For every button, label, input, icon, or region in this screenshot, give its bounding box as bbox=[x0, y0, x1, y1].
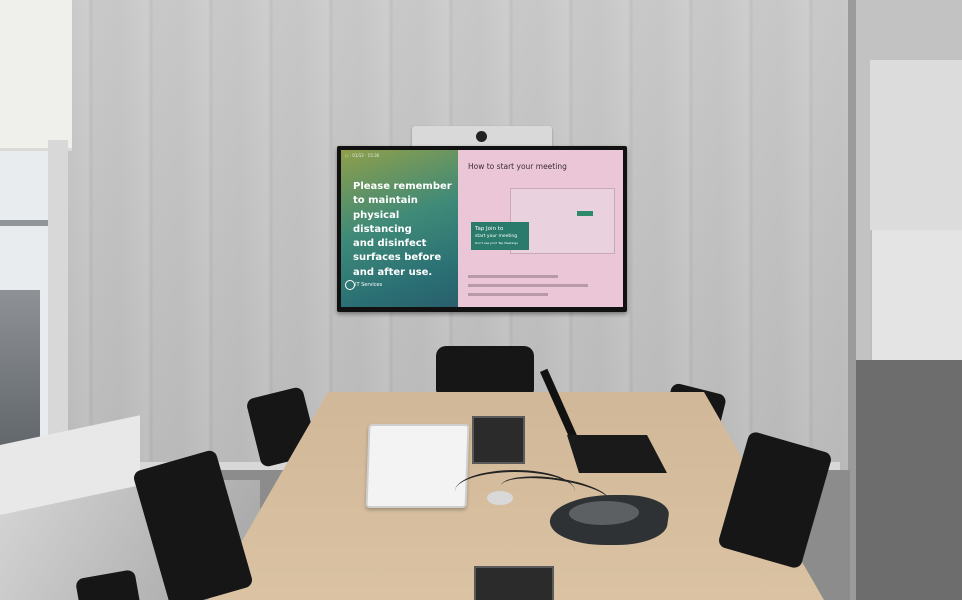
screen-right-panel: How to start your meeting Tap Join to st… bbox=[458, 150, 623, 307]
meeting-instructions-heading: How to start your meeting bbox=[468, 162, 567, 171]
corridor-floor bbox=[848, 360, 962, 600]
table-cable-port bbox=[472, 416, 525, 464]
callout-line-3: Don't see Join? Tap Meetings bbox=[475, 241, 518, 245]
screen-status-bar: ○ · 01/12 · 15:30 bbox=[345, 153, 380, 158]
message-line: and disinfect bbox=[353, 238, 427, 250]
left-window bbox=[0, 140, 54, 470]
faded-text-line bbox=[468, 293, 548, 296]
speakerphone-top bbox=[567, 501, 641, 525]
microphone-puck bbox=[487, 491, 513, 505]
touch-control-panel bbox=[365, 424, 470, 508]
message-line: physical distancing bbox=[353, 209, 412, 235]
screen-left-panel: ○ · 01/12 · 15:30 Please remember to mai… bbox=[341, 150, 458, 307]
meeting-room-photo: ○ · 01/12 · 15:30 Please remember to mai… bbox=[0, 0, 962, 600]
table-cable-port-front bbox=[474, 566, 554, 600]
faded-text-line bbox=[468, 284, 588, 287]
faded-text-line bbox=[468, 275, 558, 278]
message-line: and after use. bbox=[353, 266, 433, 278]
corridor-cabinet-upper bbox=[870, 60, 962, 230]
message-line: Please remember bbox=[353, 181, 452, 192]
window-view bbox=[0, 290, 40, 460]
chair-back-center bbox=[436, 346, 534, 394]
join-callout: Tap Join to start your meeting Don't see… bbox=[471, 222, 529, 250]
callout-line-1: Tap Join to bbox=[475, 226, 504, 232]
corridor-view bbox=[848, 0, 962, 600]
message-line: to maintain bbox=[353, 195, 418, 207]
camera-lens bbox=[476, 131, 487, 142]
callout-line-2: start your meeting bbox=[475, 234, 518, 239]
it-services-logo-icon bbox=[345, 280, 355, 290]
message-line: surfaces before bbox=[353, 252, 442, 264]
distancing-message: Please remember to maintain physical dis… bbox=[353, 180, 453, 280]
roller-blind bbox=[0, 0, 72, 151]
window-mullion bbox=[0, 220, 48, 226]
window-pillar bbox=[48, 140, 68, 460]
wall-display: ○ · 01/12 · 15:30 Please remember to mai… bbox=[337, 146, 627, 312]
join-button-mockup bbox=[577, 211, 593, 216]
it-services-label: IT Services bbox=[355, 282, 383, 288]
video-camera-bar bbox=[412, 126, 552, 148]
